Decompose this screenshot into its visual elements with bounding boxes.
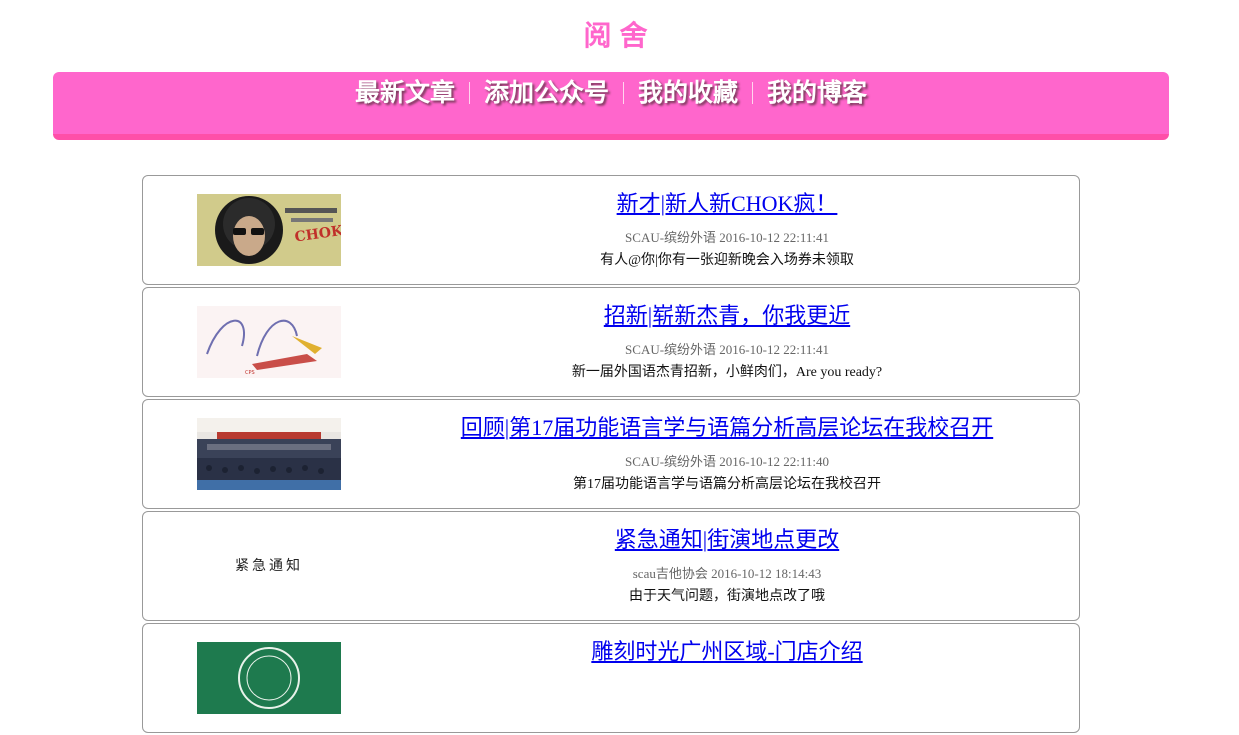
nav-latest-articles[interactable]: 最新文章 — [341, 78, 469, 108]
article-card: 回顾|第17届功能语言学与语篇分析高层论坛在我校召开 SCAU-缤纷外语 201… — [142, 399, 1080, 509]
article-list: CHOK 新才|新人新CHOK疯！ SCAU-缤纷外语 2016-10-12 2… — [142, 175, 1080, 735]
nav-my-blog[interactable]: 我的博客 — [753, 78, 881, 108]
article-summary: 新一届外国语杰青招新，小鲜肉们，Are you ready? — [571, 365, 883, 380]
conference-photo-image — [197, 418, 341, 490]
article-title-link[interactable]: 新才|新人新CHOK疯！ — [403, 190, 1051, 218]
article-title-link[interactable]: 回顾|第17届功能语言学与语篇分析高层论坛在我校召开 — [403, 414, 1051, 442]
chok-poster-image: CHOK — [197, 194, 341, 266]
site-title: 阅舍 — [583, 19, 656, 52]
cps-logo-image: CPS — [197, 306, 341, 378]
article-thumbnail[interactable]: CHOK — [197, 194, 341, 266]
article-meta: SCAU-缤纷外语 2016-10-12 22:11:41 — [625, 230, 829, 245]
article-meta: SCAU-缤纷外语 2016-10-12 22:11:40 — [625, 454, 829, 469]
article-thumbnail[interactable]: CPS — [197, 306, 341, 378]
article-card: CPS 招新|崭新杰青，你我更近 SCAU-缤纷外语 2016-10-12 22… — [142, 287, 1080, 397]
article-summary: 有人@你|你有一张迎新晚会入场券未领取 — [600, 253, 854, 268]
main-navbar: 最新文章 添加公众号 我的收藏 我的博客 — [53, 72, 1169, 140]
nav-my-favorites[interactable]: 我的收藏 — [624, 78, 752, 108]
article-title-link[interactable]: 紧急通知|街演地点更改 — [403, 526, 1051, 554]
article-card: 雕刻时光广州区域-门店介绍 — [142, 623, 1080, 733]
cafe-logo-image — [197, 642, 341, 714]
urgent-notice-image: 紧急通知 — [197, 530, 341, 602]
article-thumbnail[interactable] — [197, 418, 341, 490]
article-thumbnail[interactable] — [197, 642, 341, 714]
article-meta: scau吉他协会 2016-10-12 18:14:43 — [632, 566, 822, 581]
article-summary: 由于天气问题，街演地点改了哦 — [629, 589, 825, 604]
article-meta: SCAU-缤纷外语 2016-10-12 22:11:41 — [625, 342, 829, 357]
article-title-link[interactable]: 雕刻时光广州区域-门店介绍 — [403, 638, 1051, 666]
article-card: 紧急通知 紧急通知|街演地点更改 scau吉他协会 2016-10-12 18:… — [142, 511, 1080, 621]
article-thumbnail[interactable]: 紧急通知 — [197, 530, 341, 602]
nav-add-account[interactable]: 添加公众号 — [470, 78, 623, 108]
urgent-notice-text: 紧急通知 — [235, 557, 303, 574]
svg-text:CPS: CPS — [245, 370, 255, 376]
article-summary: 第17届功能语言学与语篇分析高层论坛在我校召开 — [573, 477, 881, 492]
article-title-link[interactable]: 招新|崭新杰青，你我更近 — [403, 302, 1051, 330]
article-card: CHOK 新才|新人新CHOK疯！ SCAU-缤纷外语 2016-10-12 2… — [142, 175, 1080, 285]
